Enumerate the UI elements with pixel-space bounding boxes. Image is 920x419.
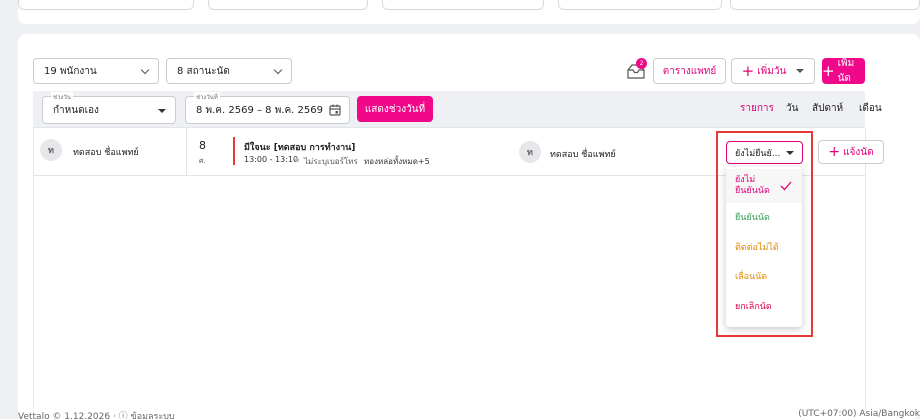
summary-card: [382, 0, 544, 10]
appointment-weekday: ศ.: [199, 157, 206, 165]
period-select[interactable]: ช่วงวัน กำหนดเอง: [42, 92, 176, 124]
add-day-button[interactable]: + เพิ่มวัน: [731, 58, 815, 84]
date-range-value: 8 พ.ค. 2569 – 8 พ.ค. 2569: [196, 104, 323, 116]
highlight-annotation-box: [716, 131, 813, 337]
table-left-border: [33, 128, 34, 409]
calendar-icon: [329, 104, 341, 116]
patient-avatar: ท: [519, 141, 541, 163]
staff-filter-value: 19 พนักงาน: [44, 65, 97, 77]
tab-list[interactable]: รายการ: [740, 101, 774, 116]
show-date-range-label: แสดงช่วงวันที่: [364, 103, 426, 115]
plus-icon: +: [822, 61, 835, 80]
footer-timezone: (UTC+07:00) Asia/Bangkok: [798, 409, 920, 419]
summary-card: [558, 0, 722, 10]
date-range-input[interactable]: ช่วงวันที่ 8 พ.ค. 2569 – 8 พ.ค. 2569: [185, 92, 350, 124]
plus-icon: +: [741, 61, 755, 80]
patient-name: ทดสอบ ชื่อแพทย์: [550, 150, 616, 160]
notify-button[interactable]: + แจ้งนัด: [818, 140, 884, 164]
appointment-branch: ทองหล่อทั้งหมด+5: [364, 157, 430, 166]
summary-card: [208, 0, 368, 10]
column-divider: [186, 128, 187, 175]
appointment-status-bar: [233, 137, 235, 165]
tab-week[interactable]: สัปดาห์: [812, 101, 843, 116]
tab-day[interactable]: วัน: [786, 101, 798, 116]
inbox-badge: 2: [636, 58, 647, 69]
summary-card: [730, 0, 920, 10]
footer-version: Vettalo © 1.12.2026 · ⓘ ข้อมูลระบบ: [18, 412, 175, 419]
period-value: กำหนดเอง: [53, 104, 99, 116]
summary-card: [18, 0, 194, 10]
plus-icon: +: [828, 144, 841, 160]
add-appointment-label: เพิ่มนัด: [837, 58, 855, 84]
appointment-day: 8: [199, 139, 206, 152]
doctor-name: ทดสอบ ชื่อแพทย์: [73, 148, 139, 158]
date-range-label: ช่วงวันที่: [194, 92, 220, 102]
status-filter-value: 8 สถานะนัด: [177, 65, 230, 77]
doctor-schedule-button[interactable]: ตารางแพทย์: [653, 58, 726, 84]
add-appointment-button[interactable]: + เพิ่มนัด: [822, 58, 865, 84]
appointment-title: มีใจนะ [ทดสอบ การทำงาน]: [244, 143, 356, 153]
doctor-schedule-label: ตารางแพทย์: [662, 65, 717, 77]
chevron-down-icon: [273, 65, 283, 75]
appointment-phone: ไม่ระบุเบอร์โทร: [304, 157, 358, 166]
status-filter-select[interactable]: 8 สถานะนัด: [166, 58, 292, 84]
show-date-range-button[interactable]: แสดงช่วงวันที่: [357, 96, 433, 122]
row-divider: [33, 127, 865, 128]
caret-down-icon: [158, 109, 166, 113]
period-label: ช่วงวัน: [51, 92, 73, 102]
staff-filter-select[interactable]: 19 พนักงาน: [33, 58, 159, 84]
separator-dot: [295, 158, 299, 162]
chevron-down-icon: [140, 65, 150, 75]
inbox-button[interactable]: 2: [626, 58, 648, 80]
top-summary-strip: [18, 0, 920, 24]
doctor-avatar: ท: [40, 139, 62, 161]
appointment-time: 13:00 - 13:10: [244, 155, 299, 164]
tab-month[interactable]: เดือน: [859, 101, 882, 116]
caret-down-icon: [796, 69, 805, 73]
table-right-border: [865, 128, 866, 409]
notify-label: แจ้งนัด: [843, 146, 874, 158]
add-day-label: เพิ่มวัน: [757, 65, 787, 77]
